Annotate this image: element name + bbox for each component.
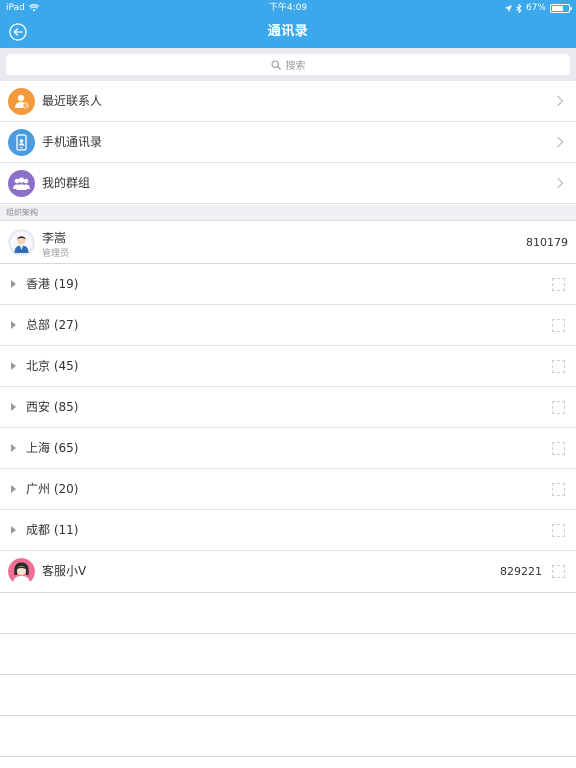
expand-triangle-icon[interactable] xyxy=(11,403,16,411)
phone-contacts-row[interactable]: 手机通讯录 xyxy=(0,122,576,163)
search-icon xyxy=(270,59,281,70)
group-row-guangzhou[interactable]: 广州 (20) xyxy=(0,469,576,510)
expand-triangle-icon[interactable] xyxy=(11,485,16,493)
avatar xyxy=(8,558,35,585)
group-label: 总部 (27) xyxy=(26,318,79,332)
status-bar: iPad 下午4:09 67% xyxy=(0,0,576,16)
section-header-org: 组织架构 xyxy=(0,205,576,221)
table-separator xyxy=(0,715,576,716)
table-separator xyxy=(0,633,576,634)
group-row-headquarters[interactable]: 总部 (27) xyxy=(0,305,576,346)
group-label: 西安 (85) xyxy=(26,400,79,414)
expand-triangle-icon[interactable] xyxy=(11,526,16,534)
select-checkbox[interactable] xyxy=(552,360,565,373)
expand-triangle-icon[interactable] xyxy=(11,321,16,329)
nav-bar: 通讯录 xyxy=(0,16,576,48)
recent-contacts-row[interactable]: 最近联系人 xyxy=(0,81,576,122)
my-groups-row[interactable]: 我的群组 xyxy=(0,163,576,204)
contact-row-service[interactable]: 客服小V 829221 xyxy=(0,551,576,593)
location-arrow-icon xyxy=(504,4,512,12)
status-right: 67% xyxy=(504,0,572,16)
battery-percent: 67% xyxy=(525,3,546,13)
search-input[interactable]: 搜索 xyxy=(6,54,570,75)
contact-number: 829221 xyxy=(500,565,542,578)
contact-name: 客服小V xyxy=(42,564,87,578)
group-label: 广州 (20) xyxy=(26,482,79,496)
search-placeholder: 搜索 xyxy=(285,61,306,72)
group-label: 成都 (11) xyxy=(26,523,79,537)
phone-contacts-icon xyxy=(8,129,35,156)
chevron-right-icon xyxy=(557,136,564,148)
select-checkbox[interactable] xyxy=(552,442,565,455)
group-row-hongkong[interactable]: 香港 (19) xyxy=(0,264,576,305)
contact-role: 管理员 xyxy=(42,249,70,259)
phone-contacts-label: 手机通讯录 xyxy=(42,135,103,149)
contact-name: 李嵩 xyxy=(42,231,67,245)
select-checkbox[interactable] xyxy=(552,565,565,578)
contact-row-manager[interactable]: 李嵩 管理员 810179 xyxy=(0,222,576,264)
select-checkbox[interactable] xyxy=(552,278,565,291)
status-time: 下午4:09 xyxy=(268,3,308,13)
group-row-chengdu[interactable]: 成都 (11) xyxy=(0,510,576,551)
avatar xyxy=(8,229,35,256)
bluetooth-icon xyxy=(516,3,522,13)
battery-icon xyxy=(550,3,572,13)
select-checkbox[interactable] xyxy=(552,524,565,537)
recent-contacts-label: 最近联系人 xyxy=(42,94,103,108)
contact-number: 810179 xyxy=(526,236,568,249)
recent-contact-icon xyxy=(8,88,35,115)
table-separator xyxy=(0,674,576,675)
expand-triangle-icon[interactable] xyxy=(11,280,16,288)
expand-triangle-icon[interactable] xyxy=(11,362,16,370)
chevron-right-icon xyxy=(557,95,564,107)
select-checkbox[interactable] xyxy=(552,483,565,496)
app-header: iPad 下午4:09 67% 通讯录 xyxy=(0,0,576,48)
group-label: 香港 (19) xyxy=(26,277,79,291)
table-separator xyxy=(0,756,576,757)
group-row-shanghai[interactable]: 上海 (65) xyxy=(0,428,576,469)
page-title: 通讯录 xyxy=(267,24,309,39)
select-checkbox[interactable] xyxy=(552,401,565,414)
group-row-xian[interactable]: 西安 (85) xyxy=(0,387,576,428)
chevron-right-icon xyxy=(557,177,564,189)
battery-fill xyxy=(552,5,563,11)
search-bar: 搜索 xyxy=(0,48,576,81)
group-icon xyxy=(8,170,35,197)
group-label: 上海 (65) xyxy=(26,441,79,455)
select-checkbox[interactable] xyxy=(552,319,565,332)
group-row-beijing[interactable]: 北京 (45) xyxy=(0,346,576,387)
my-groups-label: 我的群组 xyxy=(42,176,91,190)
expand-triangle-icon[interactable] xyxy=(11,444,16,452)
group-label: 北京 (45) xyxy=(26,359,79,373)
